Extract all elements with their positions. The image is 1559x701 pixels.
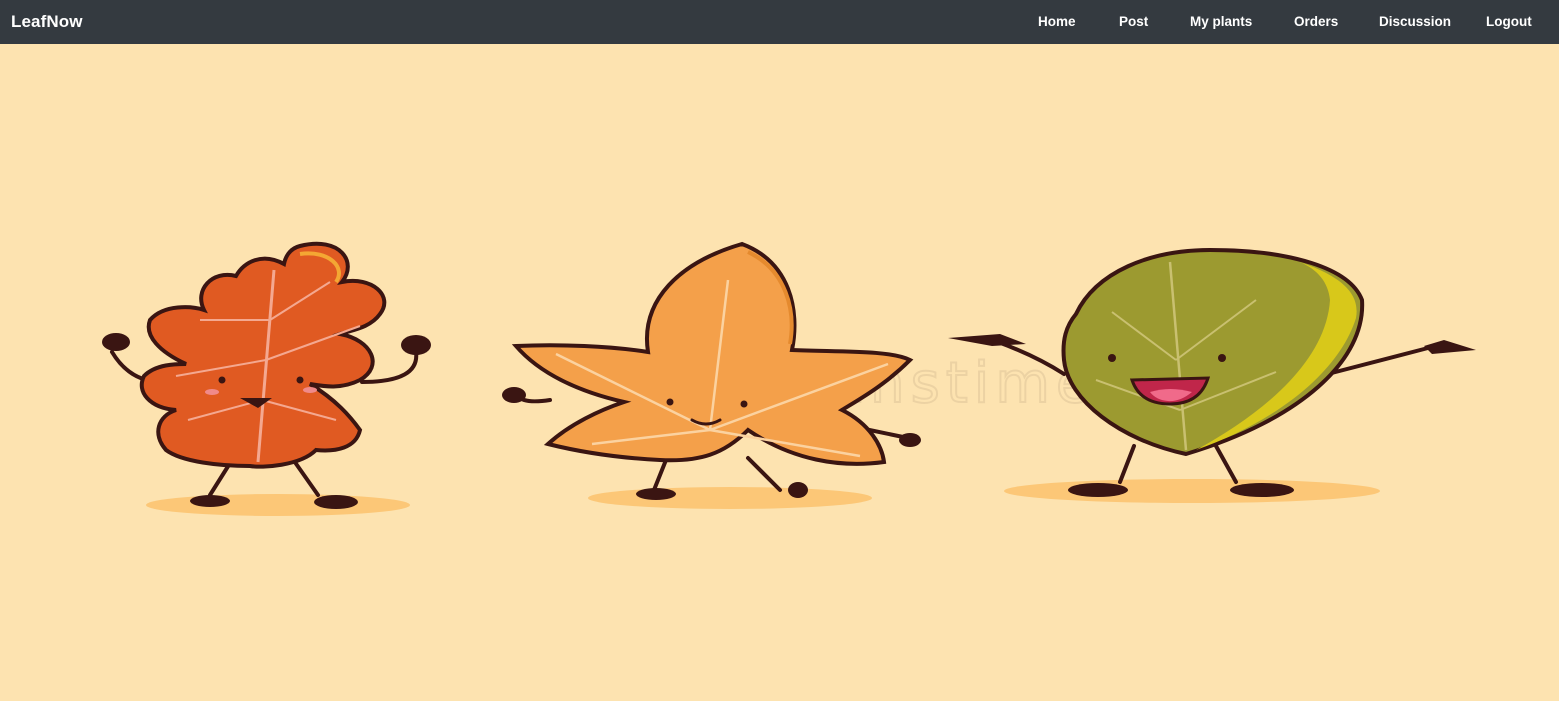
maple-leaf-character bbox=[502, 241, 921, 500]
maple-shadow bbox=[588, 487, 872, 509]
top-navbar: LeafNow Home Post My plants Orders Discu… bbox=[0, 0, 1559, 44]
nav-my-plants-link[interactable]: My plants bbox=[1190, 14, 1252, 29]
hero-banner: dreamstime bbox=[0, 44, 1559, 701]
leaf-characters-illustration: dreamstime bbox=[102, 241, 1476, 516]
round-shadow bbox=[1004, 479, 1380, 503]
nav-home-link[interactable]: Home bbox=[1038, 14, 1076, 29]
nav-orders-link[interactable]: Orders bbox=[1294, 14, 1338, 29]
oak-leaf-character bbox=[102, 241, 431, 509]
nav-discussion-link[interactable]: Discussion bbox=[1379, 14, 1451, 29]
nav-logout-link[interactable]: Logout bbox=[1486, 14, 1532, 29]
oak-shadow bbox=[146, 494, 410, 516]
brand-logo[interactable]: LeafNow bbox=[11, 12, 83, 32]
nav-post-link[interactable]: Post bbox=[1119, 14, 1148, 29]
